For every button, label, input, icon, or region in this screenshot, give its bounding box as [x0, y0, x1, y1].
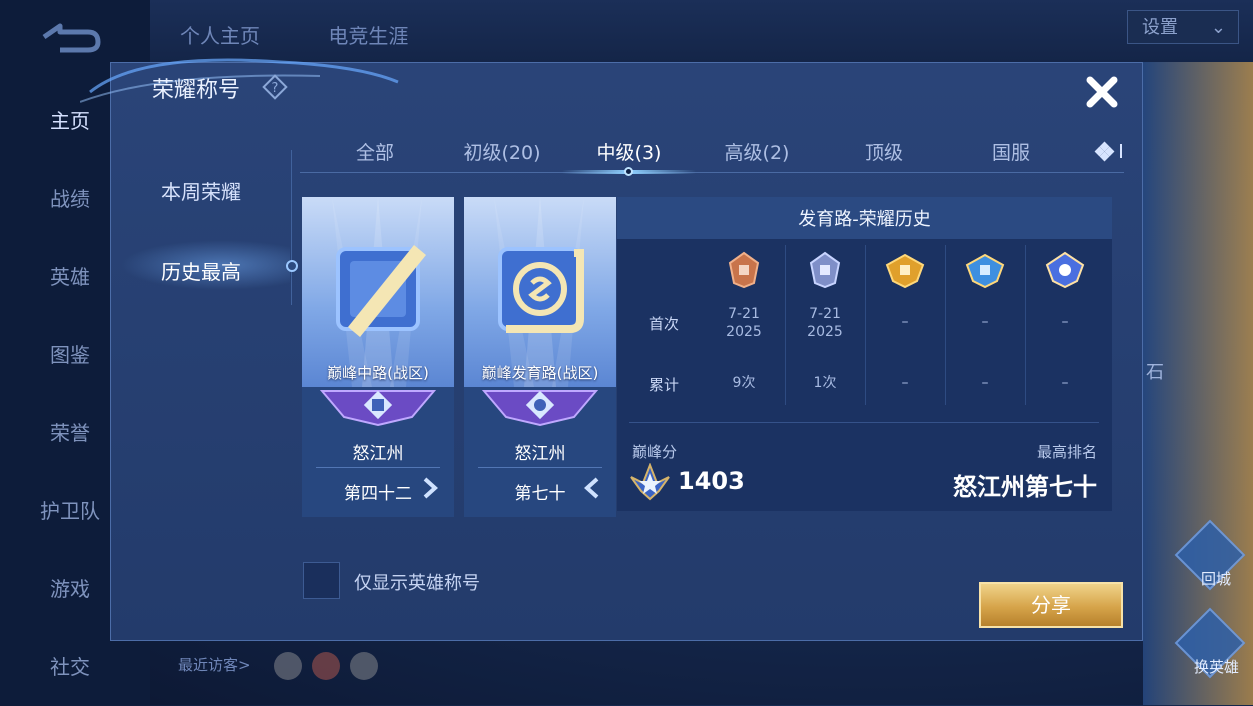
- title-card-mid[interactable]: 巅峰中路(战区) 怒江州 第四十二: [302, 197, 454, 517]
- first-cell: 7-21 2025: [726, 306, 762, 340]
- top-tab-profile[interactable]: 个人主页: [180, 24, 260, 48]
- tab-intermediate[interactable]: 中级(3): [597, 138, 662, 165]
- card-title-name: 巅峰中路(战区): [327, 364, 429, 382]
- first-cell: –: [1061, 314, 1069, 330]
- top-tabs: 个人主页 电竞生涯: [180, 20, 470, 49]
- medal-icon: [809, 251, 841, 289]
- peak-star-icon: [630, 463, 670, 501]
- adc-lane-emblem-icon: [498, 247, 584, 333]
- svg-text:?: ?: [272, 81, 279, 96]
- menu-active-dot: [286, 260, 298, 272]
- total-cell: –: [981, 375, 989, 391]
- rank-badge-icon: [482, 390, 598, 427]
- menu-item-history-best[interactable]: 历史最高: [110, 256, 292, 285]
- rank-badge-icon: [320, 390, 436, 427]
- avatar[interactable]: [274, 652, 302, 680]
- history-title: 发育路-荣耀历史: [798, 209, 931, 230]
- peak-score-label: 巅峰分: [632, 443, 678, 461]
- dialog-title: 荣耀称号: [152, 78, 241, 103]
- total-cell: –: [901, 375, 909, 391]
- medal-icon: [728, 251, 760, 289]
- row-label-total: 累计: [648, 376, 679, 394]
- tab-national[interactable]: 国服: [992, 138, 1030, 165]
- medal-icon: [965, 253, 1005, 289]
- chevron-right-icon[interactable]: [420, 477, 440, 499]
- medal-icon: [1045, 251, 1085, 289]
- total-cell: 1次: [813, 375, 837, 391]
- peak-score-value: 1403: [678, 467, 745, 495]
- total-cell: –: [1061, 375, 1069, 391]
- share-button[interactable]: 分享: [979, 582, 1123, 628]
- chevron-down-icon: ⌄: [1210, 17, 1226, 38]
- first-cell: 7-21 2025: [807, 306, 843, 340]
- menu-item-weekly-honor[interactable]: 本周荣耀: [110, 176, 292, 205]
- recall-label: 回城: [1200, 570, 1231, 588]
- chevron-left-icon[interactable]: [582, 477, 602, 499]
- recent-visitors-link[interactable]: 最近访客>: [178, 654, 251, 675]
- active-tab-dot: [624, 167, 633, 176]
- history-divider: [629, 422, 1099, 423]
- help-icon[interactable]: ?: [262, 74, 288, 100]
- settings-label: 设置: [1142, 17, 1178, 38]
- card-region: 怒江州: [352, 444, 404, 464]
- card-region: 怒江州: [514, 444, 566, 464]
- tab-all[interactable]: 全部: [356, 138, 394, 165]
- tab-senior[interactable]: 高级(2): [725, 138, 790, 165]
- tab-junior[interactable]: 初级(20): [463, 138, 540, 165]
- total-cell: 9次: [732, 375, 756, 391]
- best-rank-value: 怒江州第七十: [953, 473, 1097, 501]
- card-title-name: 巅峰发育路(战区): [481, 364, 599, 382]
- top-tab-esports[interactable]: 电竞生涯: [328, 24, 408, 48]
- close-icon[interactable]: [1082, 72, 1122, 112]
- honor-history-panel: 发育路-荣耀历史 首次 累计 7-21 2025 7-21 2025 – – –…: [617, 197, 1112, 511]
- title-card-adc[interactable]: 巅峰发育路(战区) 怒江州 第七十: [464, 197, 616, 517]
- medal-icon: [885, 253, 925, 289]
- settings-button[interactable]: 设置 ⌄: [1127, 10, 1239, 44]
- hero-title-only-checkbox[interactable]: [303, 562, 340, 599]
- card-divider: [316, 467, 440, 468]
- more-icon[interactable]: [1094, 140, 1124, 162]
- avatar[interactable]: [350, 652, 378, 680]
- first-cell: –: [901, 314, 909, 330]
- switch-hero-label: 换英雄: [1193, 658, 1239, 676]
- first-cell: –: [981, 314, 989, 330]
- tab-top[interactable]: 顶级: [865, 138, 903, 165]
- hero-title-only-label: 仅显示英雄称号: [354, 573, 480, 594]
- partial-text: 石: [1146, 362, 1164, 383]
- best-rank-label: 最高排名: [1036, 443, 1097, 461]
- avatar[interactable]: [312, 652, 340, 680]
- card-divider: [478, 467, 602, 468]
- row-label-first: 首次: [648, 315, 679, 333]
- mid-lane-emblem-icon: [336, 245, 426, 337]
- grade-tabs: 全部 初级(20) 中级(3) 高级(2) 顶级 国服: [300, 130, 1124, 172]
- tabs-divider: [300, 172, 1124, 173]
- back-arrow-icon[interactable]: [40, 20, 102, 54]
